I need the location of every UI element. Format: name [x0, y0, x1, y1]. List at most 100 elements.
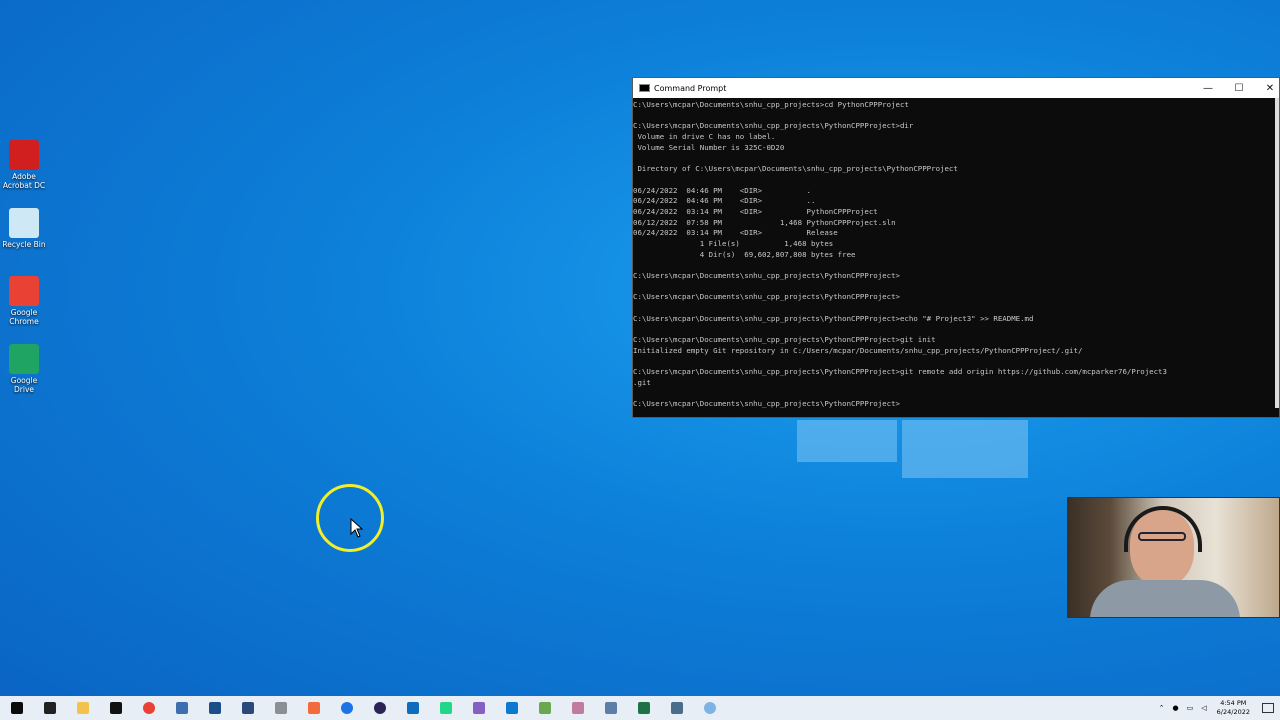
eclipse-icon	[373, 702, 386, 714]
terminal-line: 4 Dir(s) 69,602,807,808 bytes free	[633, 249, 856, 259]
terminal-output[interactable]: C:\Users\mcpar\Documents\snhu_cpp_projec…	[633, 98, 1279, 418]
app-icon-4	[670, 702, 683, 714]
desktop-icon[interactable]: Google Drive	[2, 344, 46, 394]
taskbar-button[interactable]	[0, 696, 33, 720]
minimize-button[interactable]: —	[1193, 78, 1223, 98]
terminal-line: C:\Users\mcpar\Documents\snhu_cpp_projec…	[633, 367, 1167, 377]
webcam-overlay	[1067, 497, 1280, 618]
command-prompt-window[interactable]: Command Prompt — ☐ ✕ C:\Users\mcpar\Docu…	[632, 77, 1280, 418]
scrollbar[interactable]	[1275, 98, 1279, 408]
terminal-line: C:\Users\mcpar\Documents\snhu_cpp_projec…	[633, 313, 1034, 323]
taskbar-button[interactable]	[594, 696, 627, 720]
taskbar-apps	[0, 696, 726, 720]
start-icon	[10, 702, 23, 714]
taskbar-button[interactable]	[363, 696, 396, 720]
maximize-button[interactable]: ☐	[1224, 78, 1254, 98]
terminal-line: 06/12/2022 07:58 PM 1,468 PythonCPPProje…	[633, 217, 896, 227]
terminal-line: C:\Users\mcpar\Documents\snhu_cpp_projec…	[633, 335, 936, 345]
taskbar-button[interactable]	[297, 696, 330, 720]
terminal-line: C:\Users\mcpar\Documents\snhu_cpp_projec…	[633, 121, 914, 131]
microphone-icon[interactable]: ●	[1173, 704, 1179, 712]
taskbar-button[interactable]	[99, 696, 132, 720]
desktop-icon-label: Google Chrome	[9, 308, 39, 326]
window-title: Command Prompt	[654, 83, 727, 93]
close-button[interactable]: ✕	[1255, 78, 1280, 98]
virtualbox-icon	[208, 702, 221, 714]
taskbar-button[interactable]	[528, 696, 561, 720]
terminal-line: 06/24/2022 04:46 PM <DIR> .	[633, 185, 811, 195]
terminal-line: Initialized empty Git repository in C:/U…	[633, 345, 1083, 355]
terminal-line: 06/24/2022 03:14 PM <DIR> Release	[633, 228, 838, 238]
excel-icon	[637, 702, 650, 714]
terminal-line: Directory of C:\Users\mcpar\Documents\sn…	[633, 164, 958, 174]
chevron-up-icon[interactable]: ⌃	[1159, 704, 1165, 712]
headset-icon	[1124, 506, 1202, 552]
clock-time: 4:54 PM	[1220, 699, 1247, 707]
taskbar-button[interactable]	[693, 696, 726, 720]
taskbar-button[interactable]	[495, 696, 528, 720]
taskbar-button[interactable]	[660, 696, 693, 720]
window-titlebar[interactable]: Command Prompt — ☐ ✕	[633, 78, 1279, 98]
terminal-line: C:\Users\mcpar\Documents\snhu_cpp_projec…	[633, 399, 900, 409]
visual-studio-icon	[472, 702, 485, 714]
cmd-icon	[639, 84, 650, 92]
system-tray: ⌃ ● ▭ ◁ 4:54 PM 6/24/2022	[1155, 696, 1280, 720]
chrome-icon	[9, 276, 39, 306]
search-icon	[43, 702, 56, 714]
clock-date: 6/24/2022	[1216, 708, 1250, 716]
recycle-bin-icon	[9, 208, 39, 238]
terminal-line: 06/24/2022 04:46 PM <DIR> ..	[633, 196, 816, 206]
calculator-icon	[604, 702, 617, 714]
network-icon[interactable]: ▭	[1187, 704, 1194, 712]
maps-icon	[340, 702, 353, 714]
desktop-icon[interactable]: Google Chrome	[2, 276, 46, 326]
wallpaper-logo-pane	[797, 420, 897, 462]
snipping-icon	[571, 702, 584, 714]
desktop-icon[interactable]: Recycle Bin	[2, 208, 46, 249]
notification-icon[interactable]	[1262, 703, 1274, 713]
desktop-icon-label: Adobe Acrobat DC	[2, 172, 46, 190]
volume-icon[interactable]: ◁	[1201, 704, 1206, 712]
taskbar-button[interactable]	[462, 696, 495, 720]
taskbar-button[interactable]	[264, 696, 297, 720]
terminal-line: 06/24/2022 03:14 PM <DIR> PythonCPPProje…	[633, 206, 878, 216]
taskbar-clock[interactable]: 4:54 PM 6/24/2022	[1217, 699, 1250, 717]
taskbar-button[interactable]	[198, 696, 231, 720]
desktop-icon[interactable]: Adobe Acrobat DC	[2, 140, 46, 190]
terminal-line: C:\Users\mcpar\Documents\snhu_cpp_projec…	[633, 292, 900, 302]
postman-icon	[307, 702, 320, 714]
taskbar-button[interactable]	[429, 696, 462, 720]
taskbar-button[interactable]	[66, 696, 99, 720]
terminal-line: .git	[633, 377, 651, 387]
taskbar-button[interactable]	[165, 696, 198, 720]
desktop-icon-label: Google Drive	[10, 376, 38, 394]
terminal-line: Volume in drive C has no label.	[633, 132, 776, 142]
taskbar-button[interactable]	[627, 696, 660, 720]
desktop-icon-label: Recycle Bin	[2, 240, 46, 249]
vscode-icon	[505, 702, 518, 714]
adobe-acrobat-icon	[9, 140, 39, 170]
taskbar-button[interactable]	[132, 696, 165, 720]
file-explorer-icon	[76, 702, 89, 714]
taskbar-button[interactable]	[33, 696, 66, 720]
terminal-line: Volume Serial Number is 325C-0D20	[633, 142, 785, 152]
taskbar: ⌃ ● ▭ ◁ 4:54 PM 6/24/2022	[0, 696, 1280, 720]
taskbar-button[interactable]	[561, 696, 594, 720]
terminal-line: C:\Users\mcpar\Documents\snhu_cpp_projec…	[633, 271, 900, 280]
app-icon-1	[175, 702, 188, 714]
outlook-icon	[406, 702, 419, 714]
taskbar-button[interactable]	[396, 696, 429, 720]
cmd-icon	[109, 702, 122, 714]
taskbar-button[interactable]	[330, 696, 363, 720]
taskbar-button[interactable]	[231, 696, 264, 720]
chrome-icon	[142, 702, 155, 714]
record-icon	[703, 702, 716, 714]
